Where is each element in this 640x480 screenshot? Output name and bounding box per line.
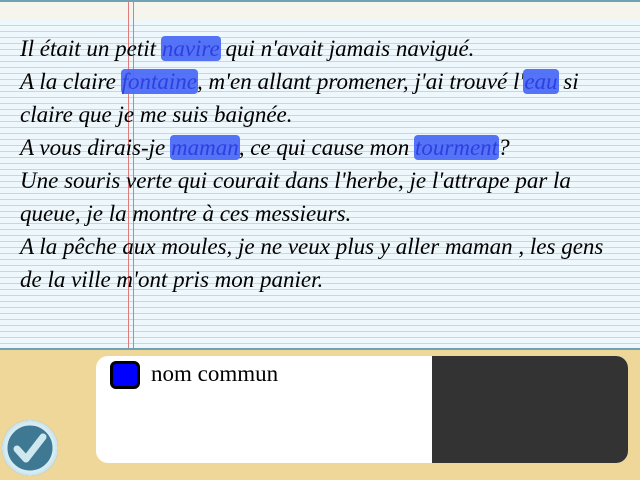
sentence-1: Il était un petit navire qui n'avait jam… [20, 32, 630, 65]
text-segment[interactable]: A la pêche aux moules, je ne veux plus y… [20, 234, 603, 292]
text-segment[interactable]: ? [498, 135, 510, 160]
sentence-3: A vous dirais-je maman, ce qui cause mon… [20, 131, 630, 164]
text-segment[interactable]: Une souris verte qui courait dans l'herb… [20, 168, 571, 226]
check-icon [4, 422, 56, 474]
highlighted-word[interactable]: eau [523, 69, 559, 94]
sentence-area: Il était un petit navire qui n'avait jam… [20, 32, 630, 296]
category-panel: nom commun [96, 356, 628, 463]
text-segment[interactable]: qui n'avait jamais navigué. [220, 36, 474, 61]
highlighted-word[interactable]: maman [169, 135, 240, 160]
text-segment[interactable]: A la claire [20, 69, 122, 94]
paper-top-band [0, 2, 640, 20]
highlighted-word[interactable]: tourment [414, 135, 500, 160]
notebook-paper: Il était un petit navire qui n'avait jam… [0, 0, 640, 350]
panel-dark-area [432, 356, 628, 463]
sentence-5: A la pêche aux moules, je ne veux plus y… [20, 230, 630, 296]
sentence-2: A la claire fontaine, m'en allant promen… [20, 65, 630, 131]
category-color-swatch[interactable] [110, 361, 140, 389]
category-label: nom commun [151, 361, 279, 386]
text-segment[interactable]: , m'en allant promener, j'ai trouvé l' [197, 69, 524, 94]
text-segment[interactable]: A vous dirais-je [20, 135, 171, 160]
text-segment[interactable]: , ce qui cause mon [239, 135, 415, 160]
sentence-4: Une souris verte qui courait dans l'herb… [20, 164, 630, 230]
text-segment[interactable]: Il était un petit [20, 36, 162, 61]
highlighted-word[interactable]: fontaine [120, 69, 198, 94]
highlighted-word[interactable]: navire [160, 36, 221, 61]
validate-button[interactable] [2, 420, 58, 476]
